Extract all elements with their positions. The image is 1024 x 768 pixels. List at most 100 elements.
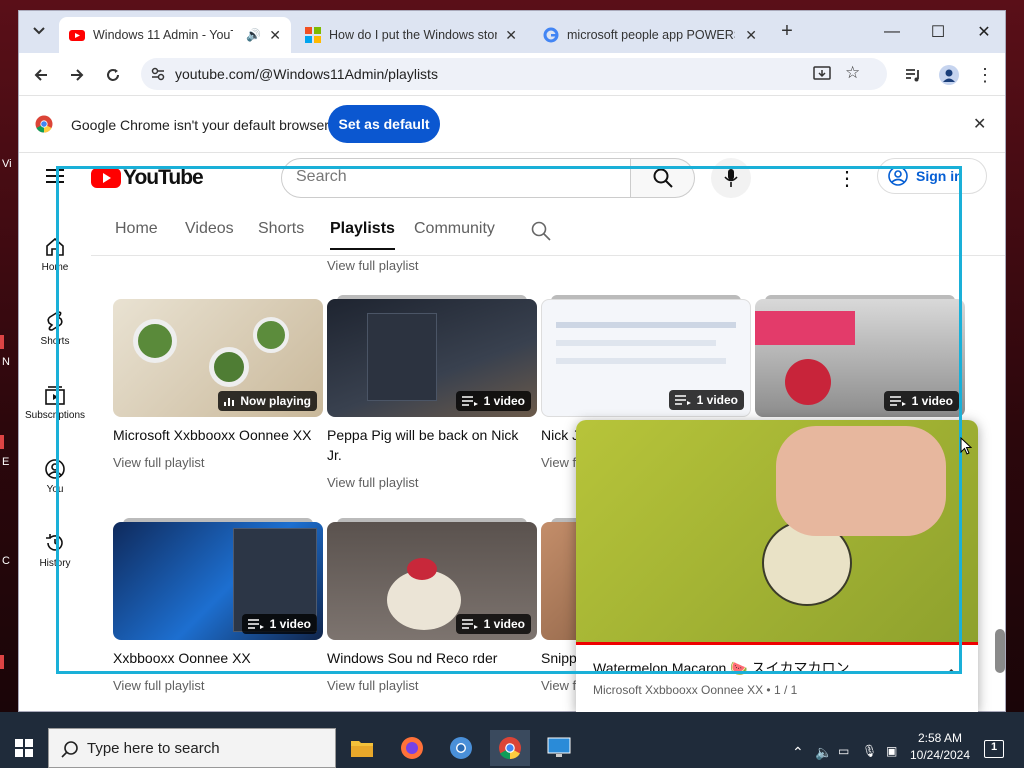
chevron-up-icon[interactable]: ⌃ [792,744,804,761]
playlist-card[interactable]: Now playing Microsoft Xxbbooxx Oonnee XX… [113,299,323,470]
firefox-icon [401,737,423,759]
hamburger-menu-button[interactable] [19,168,91,188]
close-infobar-icon[interactable]: ✕ [973,114,986,134]
taskbar-firefox[interactable] [392,730,432,766]
tab-windows-store[interactable]: How do I put the Windows store ✕ [295,17,527,53]
badge-text: Now playing [240,394,311,408]
sign-in-button[interactable]: Sign in [877,158,987,194]
new-tab-button[interactable]: + [773,17,801,45]
url-text[interactable]: youtube.com/@Windows11Admin/playlists [175,66,438,82]
scrollbar-thumb[interactable] [995,629,1005,673]
nav-subscriptions[interactable]: Subscriptions [19,384,91,421]
playlist-thumbnail[interactable]: 1 video [113,522,323,640]
close-icon[interactable]: ✕ [745,27,757,44]
desktop-icon[interactable] [0,655,4,669]
taskbar-search-box[interactable]: Type here to search [48,728,336,768]
channel-tab-community[interactable]: Community [414,220,495,238]
display-icon[interactable]: ▣ [886,744,897,758]
page-scrollbar[interactable] [993,264,1005,704]
desktop-icon-label[interactable]: E [2,456,9,468]
playlist-card[interactable]: 1 video Windows Sou nd Reco rder View fu… [327,518,537,693]
notification-center-icon[interactable]: 1 [984,740,1004,758]
miniplayer-subtitle: Microsoft Xxbbooxx Oonnee XX • 1 / 1 [593,683,798,697]
playlist-thumbnail[interactable]: 1 video [327,299,537,417]
subscriptions-icon [45,386,65,405]
install-app-icon[interactable] [813,66,831,82]
playlist-title[interactable]: Xxbbooxx Oonnee XX [113,648,323,668]
youtube-search-input[interactable]: Search [281,158,631,198]
playlist-title[interactable]: Peppa Pig will be back on Nick Jr. [327,425,537,465]
thumb-art [133,319,177,363]
start-button[interactable] [4,730,44,766]
desktop-icon-label[interactable]: C [2,555,10,567]
tab-youtube[interactable]: Windows 11 Admin - YouTube 🔊 ✕ [59,17,291,53]
microphone-tray-icon[interactable]: 🎙 [862,744,877,758]
playlist-card[interactable]: 1 video Xxbbooxx Oonnee XX View full pla… [113,518,323,693]
view-full-playlist-link[interactable]: View full playlist [327,258,419,273]
forward-button[interactable] [63,61,91,89]
playlist-card[interactable]: 1 video [755,295,965,417]
desktop-icon-label[interactable]: Vi [2,158,12,170]
close-window-button[interactable]: ✕ [961,11,1005,53]
menu-button[interactable]: ⋮ [971,61,999,89]
close-icon[interactable]: ✕ [505,27,517,44]
chevron-up-icon[interactable]: ⌃ [945,666,958,686]
miniplayer-video[interactable] [576,420,978,642]
channel-tab-home[interactable]: Home [115,220,158,238]
notification-count: 1 [991,741,998,753]
nav-home[interactable]: Home [19,236,91,273]
media-control-button[interactable] [899,61,927,89]
youtube-search-button[interactable] [631,158,695,198]
channel-tab-playlists[interactable]: Playlists [330,220,395,250]
playlist-title[interactable]: Microsoft Xxbbooxx Oonnee XX [113,425,323,445]
taskbar-remote-desktop[interactable] [539,730,579,766]
tab-google[interactable]: microsoft people app POWERSHELL ✕ [533,17,767,53]
speaker-icon[interactable]: 🔊 [246,28,261,42]
view-full-playlist-link[interactable]: View full playlist [327,475,537,490]
desktop-icon[interactable] [0,335,4,349]
desktop-icon[interactable] [0,435,4,449]
channel-tab-videos[interactable]: Videos [185,220,234,238]
video-count-badge: 1 video [883,391,959,411]
voice-search-button[interactable] [711,158,751,198]
address-bar[interactable]: youtube.com/@Windows11Admin/playlists ☆ [141,58,887,90]
reload-button[interactable] [99,61,127,89]
minimize-button[interactable]: — [869,11,915,53]
youtube-logo[interactable]: YouTube [91,166,204,190]
channel-tab-shorts[interactable]: Shorts [258,220,304,238]
nav-you[interactable]: You [19,458,91,495]
taskbar-chromium[interactable] [441,730,481,766]
back-button[interactable] [27,61,55,89]
taskbar-file-explorer[interactable] [342,730,382,766]
settings-kebab-icon[interactable]: ⋮ [837,166,857,191]
miniplayer-title[interactable]: Watermelon Macaron 🍉 スイカマカロン [593,658,850,678]
playlist-thumbnail[interactable]: 1 video [541,299,751,417]
thumb-art [776,426,946,536]
site-settings-icon[interactable] [151,67,165,81]
view-full-playlist-link[interactable]: View full playlist [113,455,323,470]
playlist-title[interactable]: Windows Sou nd Reco rder [327,648,537,668]
playlist-thumbnail[interactable]: Now playing [113,299,323,417]
nav-history[interactable]: History [19,532,91,569]
maximize-button[interactable]: ☐ [915,11,961,53]
miniplayer[interactable]: Watermelon Macaron 🍉 スイカマカロン Microsoft X… [576,420,978,712]
tab-search-button[interactable] [25,17,53,45]
playlist-card[interactable]: 1 video Peppa Pig will be back on Nick J… [327,295,537,490]
nav-shorts[interactable]: Shorts [19,310,91,347]
taskbar-chrome[interactable] [490,730,530,766]
playlist-thumbnail[interactable]: 1 video [755,299,965,417]
close-icon[interactable]: ✕ [269,27,281,44]
shorts-icon [47,311,63,331]
channel-search-icon[interactable] [531,221,551,241]
miniplayer-progress[interactable] [576,642,978,645]
view-full-playlist-link[interactable]: View full playlist [113,678,323,693]
playlist-thumbnail[interactable]: 1 video [327,522,537,640]
system-clock[interactable]: 2:58 AM 10/24/2024 [908,730,972,764]
view-full-playlist-link[interactable]: View full playlist [327,678,537,693]
desktop-icon-label[interactable]: N [2,356,10,368]
set-as-default-button[interactable]: Set as default [328,105,440,143]
bookmark-star-icon[interactable]: ☆ [845,63,860,83]
profile-button[interactable] [935,61,963,89]
volume-icon[interactable]: 🔈 [815,744,832,761]
network-icon[interactable]: ▭ [838,744,849,758]
